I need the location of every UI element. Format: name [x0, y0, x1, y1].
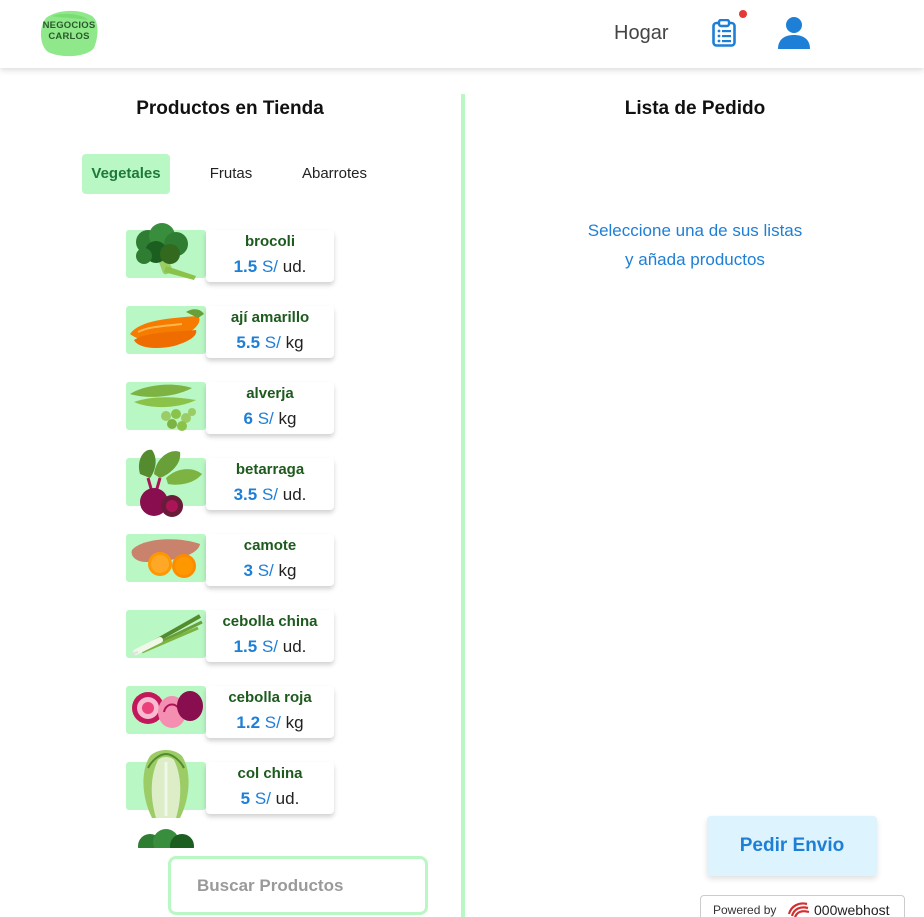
vegetable-icon	[138, 829, 194, 848]
product-image	[126, 223, 206, 280]
product-item-partial[interactable]	[120, 826, 350, 848]
product-price: 6 S/ kg	[243, 409, 297, 428]
order-empty-message: Seleccione una de sus listas y añada pro…	[587, 221, 803, 269]
order-title: Lista de Pedido	[624, 98, 766, 119]
powered-by-badge[interactable]: Powered by 000webhost	[700, 895, 905, 917]
webhost-logo-icon	[787, 902, 810, 917]
product-name: col china	[237, 765, 303, 782]
peas-icon	[130, 384, 196, 431]
product-card: col china 5 S/ ud.	[206, 762, 334, 814]
store-title: Productos en Tienda	[136, 98, 324, 119]
submit-order-button[interactable]: Pedir Envio	[707, 816, 877, 876]
product-card: brocoli 1.5 S/ ud.	[206, 230, 334, 282]
product-name: cebolla china	[222, 613, 318, 630]
top-header: NEGOCIOS CARLOS Hogar	[0, 0, 924, 68]
product-card: betarraga 3.5 S/ ud.	[206, 458, 334, 510]
product-card: cebolla china 1.5 S/ ud.	[206, 610, 334, 662]
tab-abarrotes[interactable]: Abarrotes	[292, 154, 377, 194]
tab-frutas[interactable]: Frutas	[196, 154, 266, 194]
product-item[interactable]: col china 5 S/ ud.	[120, 750, 350, 820]
product-card: alverja 6 S/ kg	[206, 382, 334, 434]
product-price: 1.5 S/ ud.	[233, 637, 307, 656]
user-icon[interactable]	[777, 16, 811, 50]
product-item[interactable]: ají amarillo 5.5 S/ kg	[120, 294, 350, 364]
product-card: camote 3 S/ kg	[206, 534, 334, 586]
product-image	[126, 610, 206, 658]
green-onion-icon	[131, 614, 203, 655]
napa-cabbage-icon	[143, 750, 189, 818]
logo-text: NEGOCIOS CARLOS	[42, 20, 96, 42]
store-logo[interactable]: NEGOCIOS CARLOS	[38, 8, 100, 58]
broccoli-icon	[136, 223, 196, 280]
tab-vegetales[interactable]: Vegetales	[82, 154, 170, 194]
product-name: alverja	[246, 385, 294, 402]
product-image	[126, 382, 206, 431]
product-price: 3 S/ kg	[243, 561, 297, 580]
product-name: camote	[243, 537, 297, 554]
product-item[interactable]: alverja 6 S/ kg	[120, 370, 350, 440]
product-name: ají amarillo	[230, 309, 310, 326]
product-image	[126, 686, 206, 734]
product-price: 5 S/ ud.	[240, 789, 300, 808]
product-price: 1.2 S/ kg	[236, 713, 304, 732]
beet-icon	[138, 449, 202, 517]
product-price: 3.5 S/ ud.	[233, 485, 307, 504]
product-image	[126, 449, 206, 517]
search-products-input[interactable]	[168, 856, 428, 915]
notification-dot	[739, 10, 747, 18]
product-image	[126, 306, 206, 354]
clipboard-list-icon[interactable]	[711, 19, 737, 47]
sweet-potato-icon	[131, 539, 200, 578]
product-item[interactable]: betarraga 3.5 S/ ud.	[120, 446, 350, 517]
product-image	[126, 534, 206, 582]
product-item[interactable]: cebolla roja 1.2 S/ kg	[120, 674, 350, 744]
product-name: betarraga	[235, 461, 305, 478]
product-image	[126, 750, 206, 818]
yellow-pepper-icon	[130, 309, 204, 348]
product-item[interactable]: cebolla china 1.5 S/ ud.	[120, 598, 350, 668]
product-card: ají amarillo 5.5 S/ kg	[206, 306, 334, 358]
product-price: 1.5 S/ ud.	[233, 257, 307, 276]
product-item[interactable]: brocoli 1.5 S/ ud.	[120, 218, 350, 288]
red-onion-icon	[132, 691, 203, 728]
product-card: cebolla roja 1.2 S/ kg	[206, 686, 334, 738]
nav-home-link[interactable]: Hogar	[614, 22, 668, 45]
product-price: 5.5 S/ kg	[236, 333, 304, 352]
product-item[interactable]: camote 3 S/ kg	[120, 522, 350, 592]
product-name: brocoli	[244, 233, 295, 250]
product-name: cebolla roja	[228, 689, 312, 706]
product-list[interactable]: brocoli 1.5 S/ ud. ají amarillo 5.5 S/ k…	[120, 218, 350, 848]
